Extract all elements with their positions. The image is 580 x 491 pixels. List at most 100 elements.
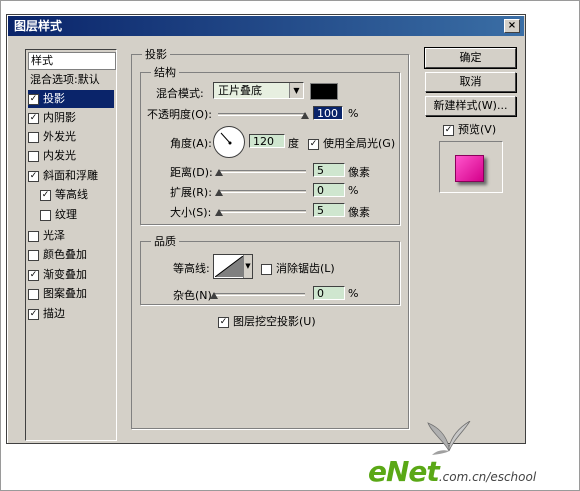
opacity-unit: % (348, 107, 359, 120)
distance-field[interactable]: 5 (313, 163, 345, 177)
checkbox-checked-icon[interactable]: ✓ (28, 308, 39, 320)
checkbox-checked-icon[interactable]: ✓ (40, 189, 51, 201)
sidebar-item-label: 图案叠加 (43, 287, 87, 300)
sidebar-item-label: 描边 (43, 307, 65, 320)
opacity-field[interactable]: 100 (313, 106, 343, 120)
cancel-button[interactable]: 取消 (425, 72, 516, 92)
noise-slider-thumb[interactable] (210, 292, 218, 299)
sidebar-item-label: 斜面和浮雕 (43, 169, 98, 182)
checkbox-unchecked-icon[interactable] (261, 263, 272, 275)
title-bar: 图层样式 × (8, 16, 524, 36)
sidebar-item-label: 内阴影 (43, 111, 76, 124)
angle-dial[interactable] (213, 126, 245, 158)
checkbox-checked-icon[interactable]: ✓ (218, 316, 229, 328)
sidebar-item-pattern-overlay[interactable]: 图案叠加 (28, 285, 114, 303)
size-label: 大小(S): (170, 206, 212, 219)
checkbox-unchecked-icon[interactable] (28, 230, 39, 242)
spread-slider[interactable] (218, 190, 306, 193)
ok-button[interactable]: 确定 (424, 47, 517, 69)
sidebar-item-satin[interactable]: 光泽 (28, 227, 114, 245)
checkbox-unchecked-icon[interactable] (28, 131, 39, 143)
enet-watermark: eNet.com.cn/eschool (368, 421, 537, 488)
checkbox-unchecked-icon[interactable] (40, 209, 51, 221)
size-unit: 像素 (348, 206, 370, 219)
sidebar-item-stroke[interactable]: ✓ 描边 (28, 305, 114, 323)
sidebar-item-label: 纹理 (55, 208, 77, 221)
contour-label: 等高线: (173, 262, 210, 275)
blend-mode-label: 混合模式: (156, 87, 204, 100)
sidebar-item-label: 等高线 (55, 188, 88, 201)
sidebar-item-label: 内发光 (43, 149, 76, 162)
opacity-slider-thumb[interactable] (301, 112, 309, 119)
preview-checkbox-wrap[interactable]: ✓ 预览(V) (443, 121, 496, 137)
size-slider[interactable] (218, 210, 306, 213)
sidebar-item-label: 光泽 (43, 229, 65, 242)
anti-alias-checkbox-wrap[interactable]: 消除锯齿(L) (261, 260, 335, 276)
checkbox-checked-icon[interactable]: ✓ (443, 124, 454, 136)
shadow-color-swatch[interactable] (310, 83, 338, 100)
opacity-label: 不透明度(O): (147, 108, 212, 121)
global-light-label: 使用全局光(G) (323, 137, 396, 150)
sidebar-item-color-overlay[interactable]: 颜色叠加 (28, 246, 114, 264)
distance-slider-thumb[interactable] (215, 169, 223, 176)
close-button[interactable]: × (504, 19, 520, 33)
sidebar-item-inner-glow[interactable]: 内发光 (28, 147, 114, 165)
blend-mode-select[interactable]: 正片叠底 ▼ (213, 82, 304, 99)
size-slider-thumb[interactable] (215, 209, 223, 216)
checkbox-checked-icon[interactable]: ✓ (28, 269, 39, 281)
sidebar-item-label: 混合选项:默认 (30, 73, 100, 86)
checkbox-unchecked-icon[interactable] (28, 288, 39, 300)
angle-dial-needle-icon (220, 132, 232, 145)
sidebar-item-outer-glow[interactable]: 外发光 (28, 128, 114, 146)
sidebar-item-blending-options[interactable]: 混合选项:默认 (28, 71, 114, 89)
spread-slider-thumb[interactable] (215, 189, 223, 196)
angle-field[interactable]: 120 (249, 134, 285, 148)
noise-field[interactable]: 0 (313, 286, 345, 300)
sidebar-item-label: 渐变叠加 (43, 268, 87, 281)
knockout-label: 图层挖空投影(U) (233, 315, 316, 328)
checkbox-checked-icon[interactable]: ✓ (28, 93, 39, 105)
opacity-slider[interactable] (218, 113, 306, 116)
style-preview (439, 141, 503, 193)
global-light-checkbox-wrap[interactable]: ✓ 使用全局光(G) (308, 135, 395, 151)
sidebar-item-contour[interactable]: ✓ 等高线 (40, 186, 114, 204)
knockout-checkbox-wrap[interactable]: ✓ 图层挖空投影(U) (218, 313, 316, 329)
spread-field[interactable]: 0 (313, 183, 345, 197)
noise-unit: % (348, 287, 359, 300)
styles-list: 样式 混合选项:默认 ✓ 投影 ✓ 内阴影 外发光 内发光 ✓ 斜面和浮雕 ✓ 等高线 … (25, 49, 117, 441)
sidebar-item-texture[interactable]: 纹理 (40, 206, 114, 224)
sidebar-item-label: 颜色叠加 (43, 248, 87, 261)
checkbox-unchecked-icon[interactable] (28, 249, 39, 261)
sidebar-item-label: 投影 (43, 92, 65, 105)
distance-label: 距离(D): (170, 166, 213, 179)
spread-label: 扩展(R): (170, 186, 212, 199)
preview-label: 预览(V) (458, 123, 497, 136)
window-title: 图层样式 (14, 19, 63, 33)
chevron-down-icon: ▼ (243, 255, 252, 278)
size-field[interactable]: 5 (313, 203, 345, 217)
anti-alias-label: 消除锯齿(L) (276, 262, 335, 275)
contour-picker[interactable]: ▼ (213, 254, 253, 279)
sidebar-item-bevel-emboss[interactable]: ✓ 斜面和浮雕 (28, 167, 114, 185)
quality-group-title: 品质 (151, 233, 179, 249)
checkbox-checked-icon[interactable]: ✓ (28, 112, 39, 124)
chevron-down-icon: ▼ (289, 83, 303, 98)
spread-unit: % (348, 184, 359, 197)
sidebar-item-drop-shadow[interactable]: ✓ 投影 (28, 90, 114, 108)
checkbox-checked-icon[interactable]: ✓ (28, 170, 39, 182)
butterfly-icon (427, 421, 471, 455)
checkbox-unchecked-icon[interactable] (28, 150, 39, 162)
distance-slider[interactable] (218, 170, 306, 173)
noise-slider[interactable] (213, 293, 305, 296)
angle-unit: 度 (288, 137, 299, 150)
new-style-button[interactable]: 新建样式(W)... (425, 96, 516, 116)
sidebar-item-inner-shadow[interactable]: ✓ 内阴影 (28, 109, 114, 127)
checkbox-checked-icon[interactable]: ✓ (308, 138, 319, 150)
preview-swatch (455, 155, 484, 182)
blend-mode-value: 正片叠底 (218, 84, 262, 97)
enet-url: .com.cn/eschool (438, 470, 537, 484)
enet-logo: eNet (368, 455, 440, 488)
sidebar-item-gradient-overlay[interactable]: ✓ 渐变叠加 (28, 266, 114, 284)
contour-curve-icon (215, 256, 243, 277)
styles-header[interactable]: 样式 (28, 52, 116, 70)
